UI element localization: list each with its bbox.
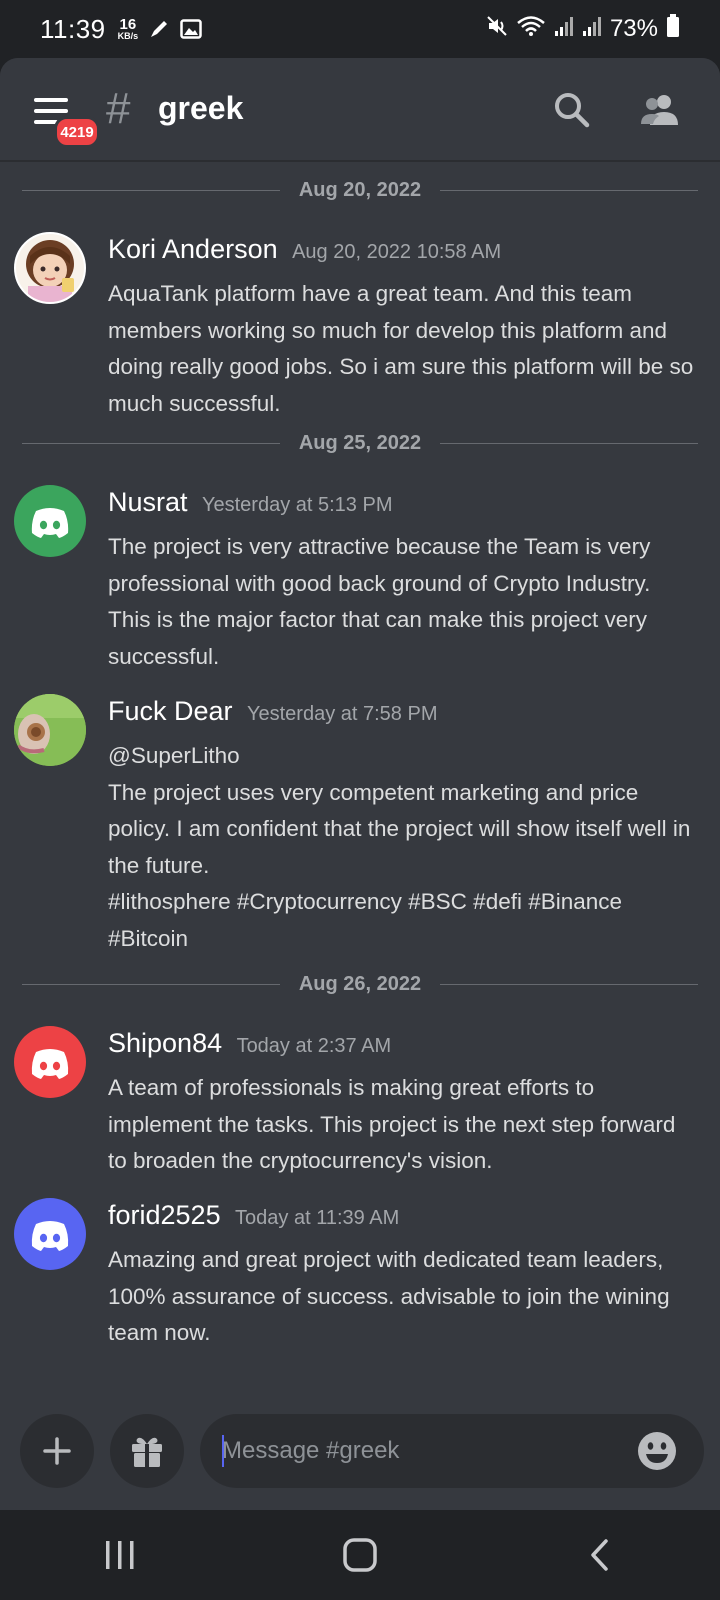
avatar[interactable]	[14, 485, 86, 557]
message-text: The project is very attractive because t…	[108, 534, 651, 669]
channel-hash-icon: #	[106, 84, 131, 133]
discord-logo-icon	[31, 1049, 69, 1079]
pen-icon	[148, 18, 170, 40]
gift-button[interactable]	[110, 1414, 184, 1488]
author-name[interactable]: Shipon84	[108, 1028, 222, 1058]
message-timestamp: Today at 11:39 AM	[235, 1207, 400, 1229]
channel-title[interactable]: greek	[158, 90, 243, 127]
message-content: Amazing and great project with dedicated…	[108, 1242, 698, 1352]
members-button[interactable]	[638, 88, 682, 132]
recent-apps-icon	[106, 1541, 134, 1569]
net-speed: 16 KB/s	[118, 17, 139, 41]
message-input[interactable]	[200, 1414, 704, 1488]
status-time: 11:39	[40, 13, 106, 44]
search-button[interactable]	[550, 88, 594, 132]
avatar[interactable]	[14, 232, 86, 304]
battery-percent: 73%	[609, 15, 658, 42]
wifi-icon	[516, 15, 546, 44]
message-composer	[0, 1414, 720, 1500]
status-bar: 11:39 16 KB/s 73%	[0, 0, 720, 58]
text-caret	[222, 1435, 224, 1467]
home-button[interactable]	[320, 1525, 400, 1585]
recent-apps-button[interactable]	[80, 1525, 160, 1585]
avatar[interactable]	[14, 1026, 86, 1098]
message-list[interactable]: Aug 20, 2022 Kori Anderson Aug 20, 2022 …	[0, 162, 720, 1388]
avatar[interactable]	[14, 1198, 86, 1270]
message-text: The project uses very competent marketin…	[108, 779, 691, 878]
discord-logo-icon	[31, 508, 69, 538]
message-text: AquaTank platform have a great team. And…	[108, 281, 694, 416]
message-content: A team of professionals is making great …	[108, 1070, 698, 1180]
gift-icon	[132, 1437, 162, 1467]
message-content: The project is very attractive because t…	[108, 529, 698, 675]
message-text: Amazing and great project with dedicated…	[108, 1247, 670, 1345]
message-timestamp: Aug 20, 2022 10:58 AM	[292, 241, 502, 263]
home-icon	[343, 1538, 377, 1572]
plus-icon	[43, 1437, 71, 1465]
date-divider-label: Aug 20, 2022	[298, 179, 422, 201]
date-divider: Aug 20, 2022	[22, 176, 698, 204]
emoji-icon	[638, 1432, 676, 1470]
date-divider-label: Aug 26, 2022	[298, 973, 422, 995]
app-window: 4219 # greek Aug 20, 2022 Kori Anderson …	[0, 58, 720, 1510]
search-icon	[555, 93, 590, 128]
author-name[interactable]: Fuck Dear	[108, 696, 233, 726]
net-speed-value: 16	[119, 16, 137, 33]
back-button[interactable]	[560, 1525, 640, 1585]
message-timestamp: Today at 2:37 AM	[236, 1035, 392, 1057]
message-content: AquaTank platform have a great team. And…	[108, 276, 698, 422]
message-header: forid2525 Today at 11:39 AM	[108, 1200, 399, 1231]
channel-header: 4219 # greek	[0, 58, 720, 162]
date-divider: Aug 26, 2022	[22, 970, 698, 998]
message-header: Nusrat Yesterday at 5:13 PM	[108, 487, 392, 518]
mention-text[interactable]: @SuperLitho	[108, 738, 698, 775]
message-header: Shipon84 Today at 2:37 AM	[108, 1028, 391, 1059]
avatar[interactable]	[14, 694, 86, 766]
author-name[interactable]: Nusrat	[108, 487, 188, 517]
image-icon	[180, 19, 202, 39]
system-nav-bar	[0, 1510, 720, 1600]
members-icon	[641, 95, 678, 125]
hashtags-text: #lithosphere #Cryptocurrency #BSC #defi …	[108, 889, 623, 951]
message-header: Kori Anderson Aug 20, 2022 10:58 AM	[108, 234, 501, 265]
signal-icon	[582, 15, 602, 44]
message-timestamp: Yesterday at 7:58 PM	[247, 703, 438, 725]
discord-logo-icon	[31, 1221, 69, 1251]
battery-icon	[666, 13, 680, 45]
back-icon	[591, 1539, 608, 1571]
net-speed-unit: KB/s	[117, 31, 139, 41]
mention-badge: 4219	[54, 116, 100, 148]
mute-icon	[486, 15, 508, 44]
emoji-button[interactable]	[636, 1430, 678, 1472]
date-divider-label: Aug 25, 2022	[298, 432, 422, 454]
date-divider: Aug 25, 2022	[22, 429, 698, 457]
message-content: @SuperLitho The project uses very compet…	[108, 738, 698, 957]
signal-icon	[554, 15, 574, 44]
author-name[interactable]: Kori Anderson	[108, 234, 278, 264]
author-name[interactable]: forid2525	[108, 1200, 221, 1230]
message-header: Fuck Dear Yesterday at 7:58 PM	[108, 696, 438, 727]
attach-button[interactable]	[20, 1414, 94, 1488]
message-timestamp: Yesterday at 5:13 PM	[201, 494, 393, 516]
message-text: A team of professionals is making great …	[108, 1075, 676, 1173]
